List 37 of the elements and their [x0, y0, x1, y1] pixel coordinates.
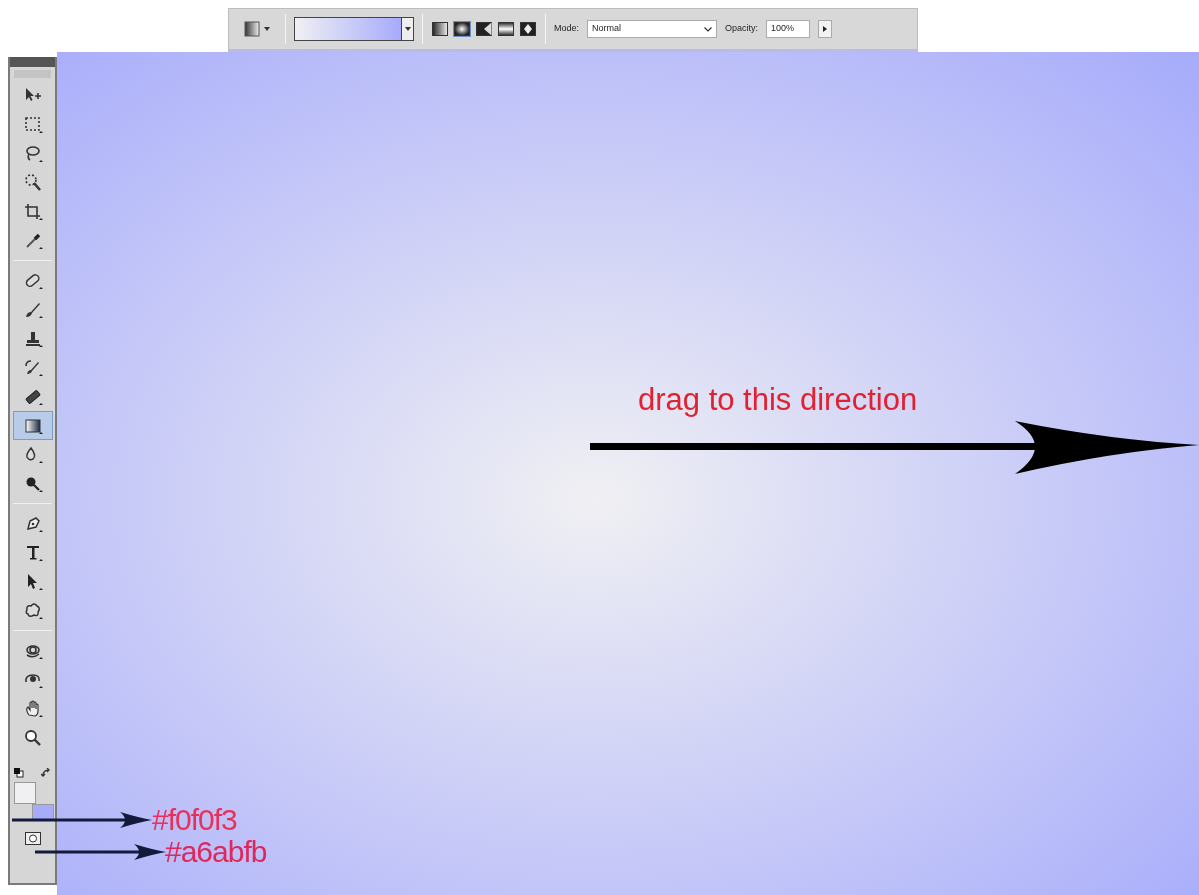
background-color-swatch[interactable]	[32, 804, 54, 820]
panel-header	[10, 57, 55, 67]
play-icon	[823, 26, 828, 32]
reflected-gradient-button[interactable]	[497, 21, 515, 37]
radial-gradient-icon	[454, 22, 470, 36]
caret-icon	[264, 27, 270, 31]
foreground-color-swatch[interactable]	[14, 782, 36, 804]
angle-gradient-button[interactable]	[475, 21, 493, 37]
flyout-button[interactable]	[818, 20, 833, 38]
linear-gradient-button[interactable]	[431, 21, 449, 37]
diamond-gradient-button[interactable]	[519, 21, 537, 37]
caret-icon	[404, 27, 411, 31]
color-label: #a6abfb	[165, 837, 267, 867]
mode-select[interactable]: Normal	[587, 20, 717, 38]
default-colors-icon	[14, 768, 24, 778]
linear-gradient-icon	[432, 22, 448, 36]
opacity-field[interactable]: 100%	[766, 20, 811, 38]
quick-selection-icon	[22, 172, 43, 193]
mask-icon	[24, 831, 41, 845]
dropdown-button[interactable]	[401, 18, 413, 40]
opacity-label: Opacity:	[725, 22, 759, 36]
radial-gradient-button[interactable]	[453, 21, 471, 37]
diamond-gradient-icon	[520, 22, 536, 36]
swap-icon	[41, 768, 51, 778]
history-brush-icon	[22, 357, 43, 378]
gradient-icon	[244, 21, 260, 37]
mode-label: Mode:	[554, 22, 579, 36]
gradient-picker[interactable]	[294, 17, 414, 41]
rectangle-marquee-icon	[22, 114, 43, 135]
reflected-gradient-icon	[498, 22, 514, 36]
chevron-icon	[704, 26, 712, 32]
magnifier-icon	[22, 727, 43, 748]
gradient-tool-button[interactable]	[12, 411, 53, 440]
angle-gradient-icon	[476, 22, 492, 36]
color-label: #f0f0f3	[152, 805, 237, 835]
crop-icon	[22, 201, 43, 222]
annotation-text: drag to this direction	[638, 384, 918, 415]
